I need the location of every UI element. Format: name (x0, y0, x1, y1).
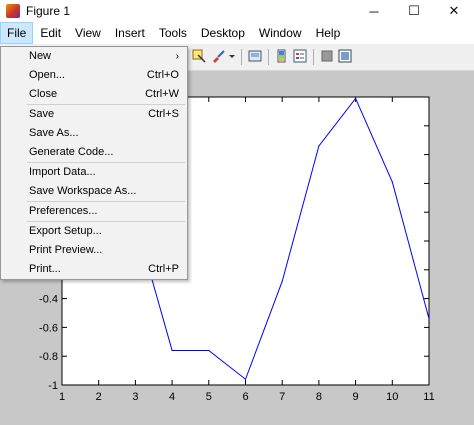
menu-item-label: Generate Code... (29, 146, 114, 158)
x-tick-label: 3 (132, 391, 138, 403)
dropdown-arrow-icon[interactable] (228, 49, 236, 63)
menu-item-import-data[interactable]: Import Data... (1, 163, 187, 182)
show-plot-tools-icon[interactable] (338, 49, 352, 63)
menu-bar: File Edit View Insert Tools Desktop Wind… (0, 22, 474, 44)
menu-edit[interactable]: Edit (33, 22, 68, 44)
x-tick-label: 5 (206, 391, 212, 403)
data-point (391, 181, 393, 183)
x-tick-label: 1 (59, 391, 65, 403)
menu-item-export-setup[interactable]: Export Setup... (1, 222, 187, 241)
data-point (171, 349, 173, 352)
x-tick-label: 2 (96, 391, 102, 403)
menu-desktop[interactable]: Desktop (194, 22, 252, 44)
data-point (244, 378, 247, 380)
submenu-arrow-icon: › (175, 51, 179, 62)
menu-item-label: Save As... (29, 127, 79, 139)
menu-item-label: Open... (29, 69, 66, 81)
menu-view[interactable]: View (68, 22, 108, 44)
y-tick-label: -0.8 (39, 351, 58, 363)
x-tick-label: 6 (242, 391, 248, 403)
title-bar: Figure 1 ─ ☐ ✕ (0, 0, 474, 22)
menu-item-open[interactable]: Open... Ctrl+O (1, 66, 187, 85)
menu-item-label: Preferences... (29, 205, 98, 217)
toolbar-separator (313, 49, 314, 65)
toolbar-separator (268, 49, 269, 65)
menu-item-new[interactable]: New › (1, 47, 187, 66)
menu-item-label: Export Setup... (29, 225, 102, 237)
menu-item-save[interactable]: Save Ctrl+S (1, 105, 187, 124)
x-tick-label: 10 (386, 391, 398, 403)
menu-item-label: New (29, 50, 52, 62)
menu-insert[interactable]: Insert (108, 22, 152, 44)
data-point (208, 349, 210, 352)
x-tick-label: 9 (353, 391, 359, 403)
menu-item-label: Save (29, 108, 55, 120)
colorbar-icon[interactable] (275, 49, 289, 63)
menu-item-save-as[interactable]: Save As... (1, 124, 187, 143)
menu-item-label: Save Workspace As... (29, 185, 137, 197)
menu-help[interactable]: Help (309, 22, 348, 44)
brush-icon[interactable] (211, 49, 225, 63)
menu-item-shortcut: Ctrl+P (148, 263, 179, 275)
minimize-button[interactable]: ─ (354, 0, 394, 22)
menu-item-label: Print Preview... (29, 244, 103, 256)
menu-tools[interactable]: Tools (152, 22, 194, 44)
toolbar-separator (241, 49, 242, 65)
x-tick-label: 7 (279, 391, 285, 403)
menu-item-generate-code[interactable]: Generate Code... (1, 143, 187, 162)
file-menu-dropdown: New › Open... Ctrl+O Close Ctrl+W Save C… (0, 46, 188, 280)
y-tick-label: -0.6 (39, 322, 58, 334)
menu-file[interactable]: File (0, 22, 34, 44)
data-point (281, 280, 283, 282)
menu-item-print[interactable]: Print... Ctrl+P (1, 260, 187, 279)
minimize-icon: ─ (369, 3, 379, 19)
window-title: Figure 1 (26, 4, 71, 18)
x-tick-label: 8 (316, 391, 322, 403)
menu-item-shortcut: Ctrl+W (145, 88, 179, 100)
menu-item-preferences[interactable]: Preferences... (1, 202, 187, 221)
data-point (318, 145, 320, 147)
figure-window: 1 2 3 4 5 6 7 8 9 10 11 -0.4 -0.6 -0.8 -1 Figure 1 ─ ☐… (0, 0, 474, 425)
x-tick-label: 4 (169, 391, 175, 403)
data-cursor-icon[interactable] (192, 49, 206, 63)
menu-item-close[interactable]: Close Ctrl+W (1, 85, 187, 104)
hide-plot-tools-icon[interactable] (320, 49, 334, 63)
matlab-icon (6, 4, 20, 18)
link-plot-icon[interactable] (248, 49, 262, 63)
data-point (428, 318, 430, 320)
y-tick-label: -1 (48, 380, 58, 392)
y-tick-label: -0.4 (39, 294, 58, 306)
menu-item-print-preview[interactable]: Print Preview... (1, 241, 187, 260)
legend-icon[interactable] (293, 49, 307, 63)
x-tick-label: 11 (423, 391, 434, 403)
menu-item-save-workspace[interactable]: Save Workspace As... (1, 182, 187, 201)
menu-window[interactable]: Window (252, 22, 309, 44)
menu-item-label: Import Data... (29, 166, 96, 178)
menu-item-label: Print... (29, 263, 61, 275)
data-point (355, 97, 357, 100)
maximize-icon: ☐ (408, 3, 420, 18)
menu-item-label: Close (29, 88, 58, 100)
menu-item-shortcut: Ctrl+S (148, 108, 179, 120)
close-button[interactable]: ✕ (434, 0, 474, 22)
menu-item-shortcut: Ctrl+O (146, 69, 179, 81)
close-icon: ✕ (448, 3, 460, 18)
maximize-button[interactable]: ☐ (394, 0, 434, 22)
